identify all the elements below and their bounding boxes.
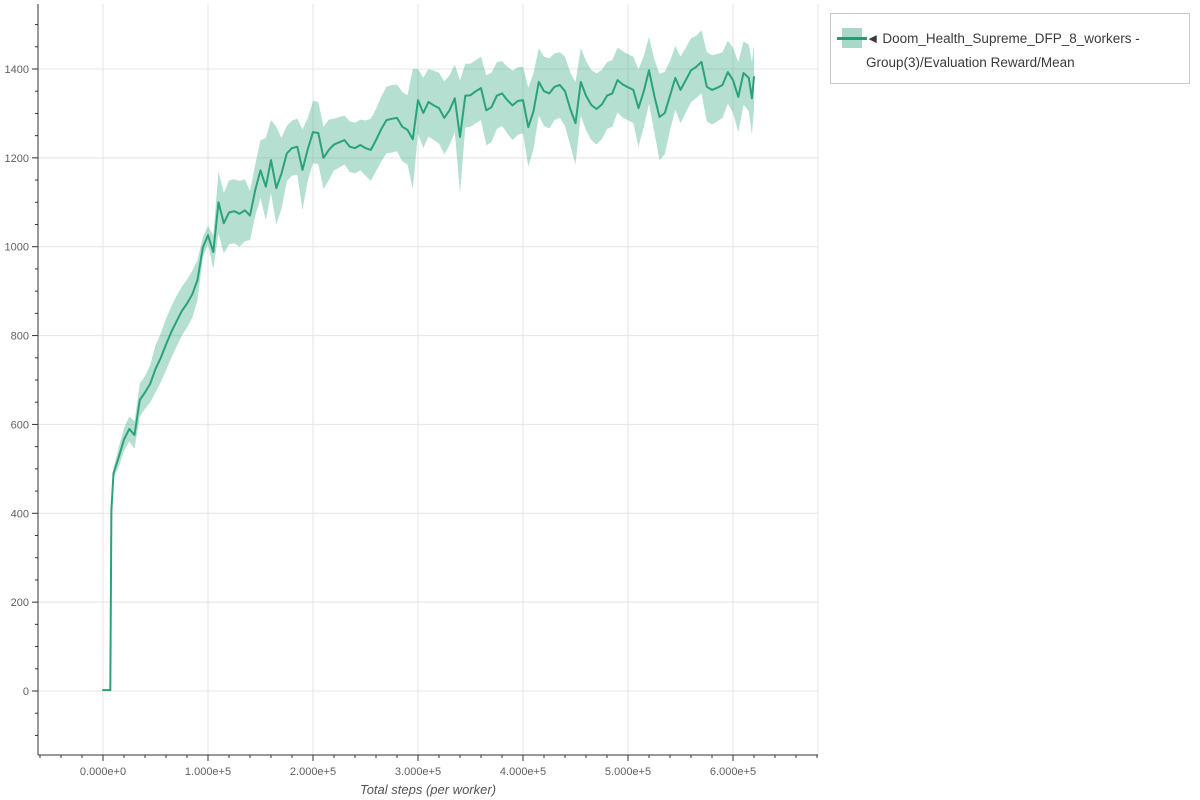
legend-line-swatch (837, 37, 867, 40)
svg-text:800: 800 (11, 331, 29, 343)
svg-text:200: 200 (11, 597, 29, 609)
svg-text:1200: 1200 (5, 153, 29, 165)
axis-tick-labels: 0.000e+0 1.000e+5 2.000e+5 3.000e+5 4.000e+5… (5, 64, 757, 778)
svg-text:2.000e+5: 2.000e+5 (290, 766, 336, 778)
svg-text:6.000e+5: 6.000e+5 (710, 766, 756, 778)
confidence-band (103, 30, 754, 691)
x-axis-label: Total steps (per worker) (360, 782, 496, 797)
svg-text:5.000e+5: 5.000e+5 (605, 766, 651, 778)
svg-text:600: 600 (11, 419, 29, 431)
svg-text:0.000e+0: 0.000e+0 (80, 766, 126, 778)
legend-swatch-icon (837, 28, 867, 48)
mean-line (103, 62, 754, 690)
svg-text:400: 400 (11, 508, 29, 520)
svg-text:1000: 1000 (5, 242, 29, 254)
legend[interactable]: ◄Doom_Health_Supreme_DFP_8_workers - Gro… (830, 13, 1190, 84)
reward-line-chart[interactable]: 0.000e+0 1.000e+5 2.000e+5 3.000e+5 4.000e+5… (0, 0, 1200, 800)
svg-text:0: 0 (23, 686, 29, 698)
svg-text:1400: 1400 (5, 64, 29, 76)
svg-text:3.000e+5: 3.000e+5 (395, 766, 441, 778)
svg-text:1.000e+5: 1.000e+5 (185, 766, 231, 778)
collapse-triangle-icon[interactable]: ◄ (866, 31, 879, 46)
legend-series-label: Doom_Health_Supreme_DFP_8_workers - Grou… (866, 31, 1140, 70)
svg-text:4.000e+5: 4.000e+5 (500, 766, 546, 778)
